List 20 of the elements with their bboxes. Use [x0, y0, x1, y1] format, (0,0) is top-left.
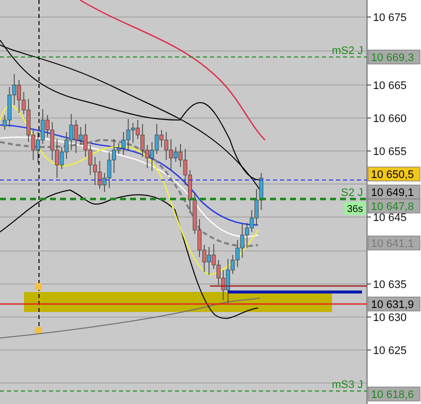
- price-tag: 10 631,9: [368, 296, 420, 312]
- handle-icon[interactable]: [35, 327, 42, 334]
- price-tag: 10 649,1: [368, 184, 420, 200]
- price-tick-label: 10 675: [373, 12, 407, 24]
- price-tick-label: 10 630: [373, 312, 407, 324]
- price-tag: 10 650,5: [368, 166, 420, 182]
- price-tag: 10 618,6: [368, 386, 420, 402]
- level-label: mS2 J: [332, 45, 363, 57]
- timer-badge: 36s: [344, 202, 366, 215]
- price-tick-label: 10 665: [373, 80, 407, 92]
- price-tick-label: 10 655: [373, 146, 407, 158]
- price-tick-label: 10 645: [373, 212, 407, 224]
- price-tick-label: 10 625: [373, 345, 407, 357]
- handle-icon[interactable]: [35, 283, 42, 290]
- price-tag: 10 669,3: [368, 50, 420, 64]
- price-tag: 10 647,8: [368, 198, 420, 214]
- price-tick-label: 10 660: [373, 113, 407, 125]
- level-label: S2 J: [340, 187, 363, 199]
- price-tick-label: 10 635: [373, 279, 407, 291]
- level-label: mS3 J: [332, 379, 363, 391]
